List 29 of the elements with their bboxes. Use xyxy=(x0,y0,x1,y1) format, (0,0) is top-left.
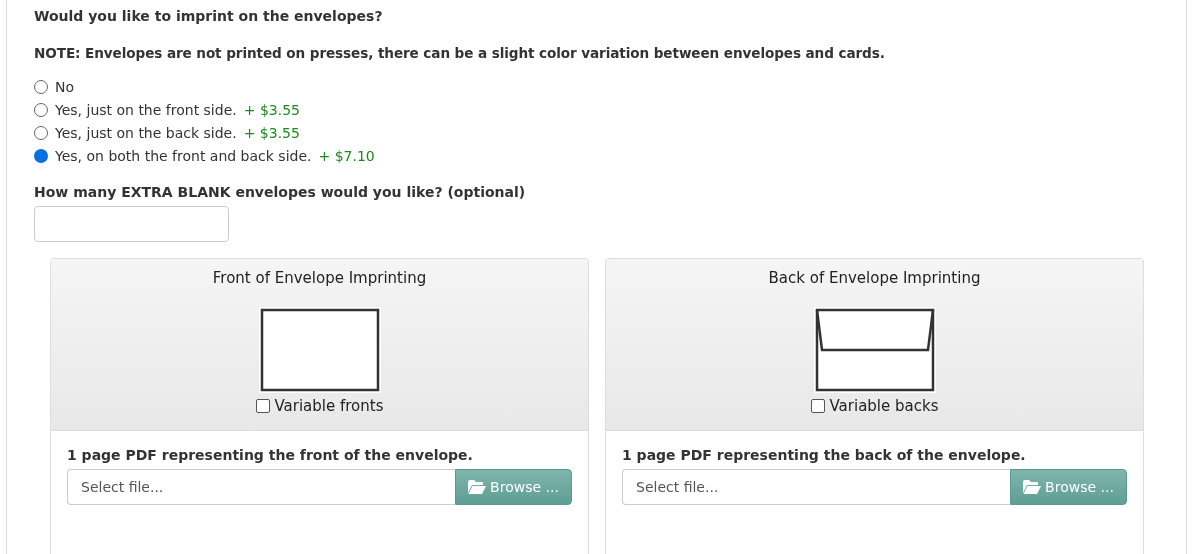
envelope-back-icon xyxy=(813,307,936,393)
file-field[interactable]: Select file... xyxy=(67,469,455,505)
file-field[interactable]: Select file... xyxy=(622,469,1010,505)
option-price: + $3.55 xyxy=(243,102,300,118)
option-label[interactable]: Yes, just on the front side. xyxy=(55,102,237,118)
radio-button[interactable] xyxy=(34,149,48,163)
panel-title: Back of Envelope Imprinting xyxy=(768,269,981,287)
folder-icon xyxy=(468,480,487,494)
question-heading: Would you like to imprint on the envelopes? xyxy=(34,8,384,24)
note-text: NOTE: Envelopes are not printed on presses, there can be a slight color variation between envelopes and cards. xyxy=(34,45,886,61)
option-label[interactable]: Yes, on both the front and back side. xyxy=(55,148,312,164)
upload-label: 1 page PDF representing the back of the envelope. xyxy=(622,447,1027,463)
radio-button[interactable] xyxy=(34,80,48,94)
radio-button[interactable] xyxy=(34,103,48,117)
folder-icon xyxy=(1023,480,1042,494)
upload-label: 1 page PDF representing the front of the envelope. xyxy=(67,447,474,463)
option-price: + $3.55 xyxy=(243,125,300,141)
extra-envelopes-label: How many EXTRA BLANK envelopes would you like? (optional) xyxy=(34,184,527,200)
checkbox[interactable] xyxy=(810,399,825,413)
radio-button[interactable] xyxy=(34,126,48,140)
extra-envelopes-field[interactable] xyxy=(34,206,229,242)
checkbox-label[interactable]: Variable fronts xyxy=(274,397,384,415)
panel-title: Front of Envelope Imprinting xyxy=(212,269,427,287)
envelope-front-icon xyxy=(258,307,381,393)
checkbox[interactable] xyxy=(255,399,270,413)
option-price: + $7.10 xyxy=(318,148,375,164)
option-label[interactable]: No xyxy=(55,79,75,95)
option-label[interactable]: Yes, just on the back side. xyxy=(55,125,237,141)
checkbox-label[interactable]: Variable backs xyxy=(829,397,939,415)
